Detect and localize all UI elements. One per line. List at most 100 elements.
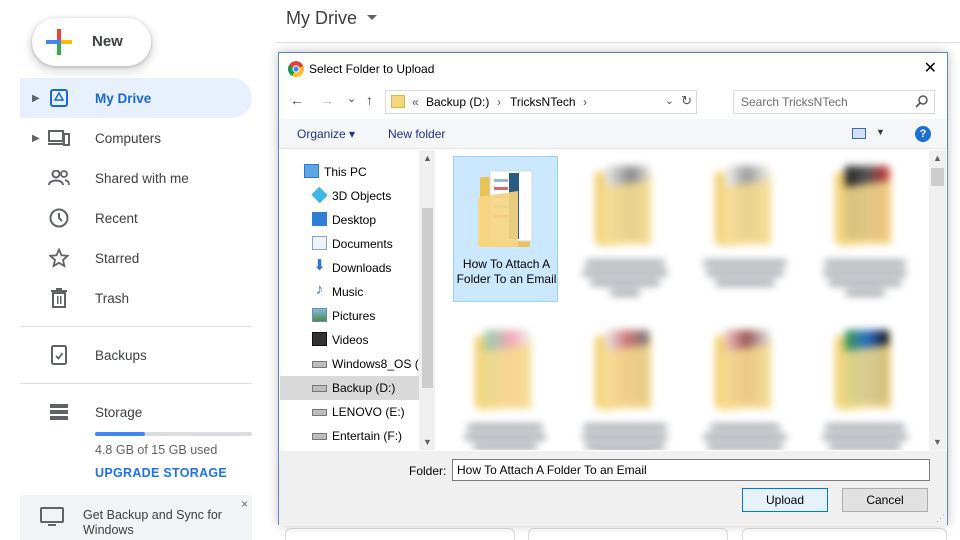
tree-item-drive-f[interactable]: Entertain (F:) bbox=[280, 424, 419, 448]
folder-name bbox=[701, 256, 789, 286]
plus-icon bbox=[46, 29, 72, 55]
dialog-navbar: ← → ⌄ ↑ « Backup (D:) › TricksNTech › ⌄ … bbox=[279, 89, 947, 115]
cancel-button[interactable]: Cancel bbox=[842, 488, 928, 512]
tree-item-downloads[interactable]: ⬇ Downloads bbox=[280, 256, 419, 280]
drive-e-icon bbox=[312, 409, 327, 416]
search-input[interactable]: Search TricksNTech bbox=[733, 90, 935, 114]
drive-nav: ▶ My Drive ▶ Computers Shared with me Re… bbox=[20, 78, 252, 318]
folder-icon bbox=[835, 166, 897, 248]
breadcrumb-separator[interactable]: › bbox=[583, 95, 587, 109]
chevron-down-icon[interactable]: ⌄ bbox=[665, 94, 674, 107]
dialog-titlebar[interactable]: Select Folder to Upload ✕ bbox=[279, 53, 947, 85]
scroll-up-icon[interactable]: ▲ bbox=[933, 153, 942, 163]
tree-item-music[interactable]: ♪ Music bbox=[280, 280, 419, 304]
file-card[interactable] bbox=[742, 528, 947, 540]
close-icon[interactable]: ✕ bbox=[924, 58, 937, 78]
nav-item-trash[interactable]: Trash bbox=[20, 278, 252, 318]
tree-item-label: Windows8_OS (C bbox=[332, 357, 420, 371]
folder-item[interactable] bbox=[813, 320, 918, 450]
expand-caret-icon[interactable]: ▶ bbox=[32, 93, 40, 104]
tree-item-drive-d[interactable]: Backup (D:) bbox=[280, 376, 419, 400]
3d-objects-icon bbox=[311, 186, 328, 204]
folder-item[interactable] bbox=[453, 320, 558, 450]
scroll-down-icon[interactable]: ▼ bbox=[423, 437, 432, 447]
tree-item-3d-objects[interactable]: 3D Objects bbox=[280, 184, 419, 208]
breadcrumb-backup-d[interactable]: Backup (D:) bbox=[426, 95, 489, 109]
folder-item[interactable] bbox=[573, 320, 678, 450]
title-dropdown-icon[interactable] bbox=[367, 15, 377, 20]
tree-item-pictures[interactable]: Pictures bbox=[280, 304, 419, 328]
address-bar[interactable]: « Backup (D:) › TricksNTech › ⌄ ↻ bbox=[385, 90, 697, 114]
tree-item-desktop[interactable]: Desktop bbox=[280, 208, 419, 232]
folder-name: How To Attach A Folder To an Email bbox=[456, 257, 557, 286]
nav-divider bbox=[20, 383, 252, 384]
breadcrumb-overflow[interactable]: « bbox=[412, 95, 419, 109]
folder-name bbox=[821, 420, 909, 450]
desktop-icon bbox=[312, 212, 327, 226]
tree-item-drive-e[interactable]: LENOVO (E:) bbox=[280, 400, 419, 424]
folder-item-selected[interactable]: How To Attach A Folder To an Email bbox=[453, 156, 558, 302]
help-icon[interactable]: ? bbox=[915, 126, 931, 142]
upgrade-storage-link[interactable]: UPGRADE STORAGE bbox=[95, 466, 227, 480]
nav-item-label: Starred bbox=[95, 250, 140, 266]
folder-item[interactable] bbox=[693, 320, 798, 450]
nav-item-shared[interactable]: Shared with me bbox=[20, 158, 252, 198]
new-folder-button[interactable]: New folder bbox=[388, 127, 445, 141]
drive-c-icon bbox=[312, 361, 327, 368]
organize-menu[interactable]: Organize ▾ bbox=[297, 127, 355, 141]
nav-item-label: My Drive bbox=[95, 90, 152, 106]
storage-icon bbox=[48, 401, 70, 423]
folder-item[interactable] bbox=[813, 156, 918, 302]
tree-item-documents[interactable]: Documents bbox=[280, 232, 419, 256]
nav-item-label: Storage bbox=[95, 404, 143, 420]
folder-item[interactable] bbox=[573, 156, 678, 302]
close-promo-icon[interactable]: × bbox=[241, 497, 248, 511]
folder-name-field[interactable]: How To Attach A Folder To an Email bbox=[452, 459, 930, 481]
navigation-tree: This PC 3D Objects Desktop Documents ⬇ D… bbox=[280, 150, 420, 450]
folder-name bbox=[581, 256, 669, 296]
tree-scrollbar[interactable]: ▲ ▼ bbox=[420, 150, 435, 450]
computer-icon bbox=[304, 164, 319, 178]
page-title[interactable]: My Drive bbox=[286, 8, 357, 29]
nav-item-label: Shared with me bbox=[95, 170, 189, 186]
tree-item-this-pc[interactable]: This PC bbox=[280, 160, 419, 184]
videos-icon bbox=[312, 332, 327, 346]
pictures-icon bbox=[312, 308, 327, 322]
nav-item-recent[interactable]: Recent bbox=[20, 198, 252, 238]
back-arrow-icon[interactable]: ← bbox=[290, 92, 304, 108]
forward-arrow-icon[interactable]: → bbox=[320, 92, 334, 108]
nav-divider bbox=[20, 326, 252, 327]
scroll-up-icon[interactable]: ▲ bbox=[423, 153, 432, 163]
nav-item-computers[interactable]: ▶ Computers bbox=[20, 118, 252, 158]
refresh-icon[interactable]: ↻ bbox=[681, 93, 692, 109]
files-scroll-thumb[interactable] bbox=[931, 168, 944, 186]
recent-locations-icon[interactable]: ⌄ bbox=[347, 92, 356, 105]
expand-caret-icon[interactable]: ▶ bbox=[32, 133, 40, 144]
up-arrow-icon[interactable]: ↑ bbox=[366, 92, 373, 108]
shared-icon bbox=[48, 167, 70, 189]
backups-icon bbox=[48, 344, 70, 366]
search-icon bbox=[915, 95, 928, 108]
nav-item-my-drive[interactable]: ▶ My Drive bbox=[20, 78, 252, 118]
nav-item-backups[interactable]: Backups bbox=[20, 335, 252, 375]
resize-grip-icon[interactable]: ⋰ bbox=[936, 513, 945, 524]
nav-item-storage[interactable]: Storage bbox=[20, 392, 252, 432]
nav-item-starred[interactable]: Starred bbox=[20, 238, 252, 278]
tree-item-drive-c[interactable]: Windows8_OS (C bbox=[280, 352, 420, 376]
scroll-down-icon[interactable]: ▼ bbox=[933, 437, 942, 447]
view-dropdown-icon[interactable]: ▼ bbox=[876, 127, 885, 137]
tree-item-label: Music bbox=[332, 285, 364, 299]
backup-sync-promo[interactable]: Get Backup and Sync for Windows × bbox=[20, 495, 252, 540]
new-button[interactable]: New bbox=[32, 18, 151, 66]
view-options-icon[interactable] bbox=[852, 128, 866, 139]
upload-button[interactable]: Upload bbox=[742, 488, 828, 512]
file-card[interactable] bbox=[528, 528, 728, 540]
breadcrumb-tricksntech[interactable]: TricksNTech bbox=[510, 95, 576, 109]
folder-item[interactable] bbox=[693, 156, 798, 302]
breadcrumb-separator[interactable]: › bbox=[497, 95, 501, 109]
files-scrollbar[interactable]: ▲ ▼ bbox=[929, 150, 946, 450]
file-card[interactable] bbox=[285, 528, 515, 540]
tree-item-videos[interactable]: Videos bbox=[280, 328, 419, 352]
storage-progress-fill bbox=[95, 432, 146, 436]
tree-scroll-thumb[interactable] bbox=[422, 208, 433, 388]
